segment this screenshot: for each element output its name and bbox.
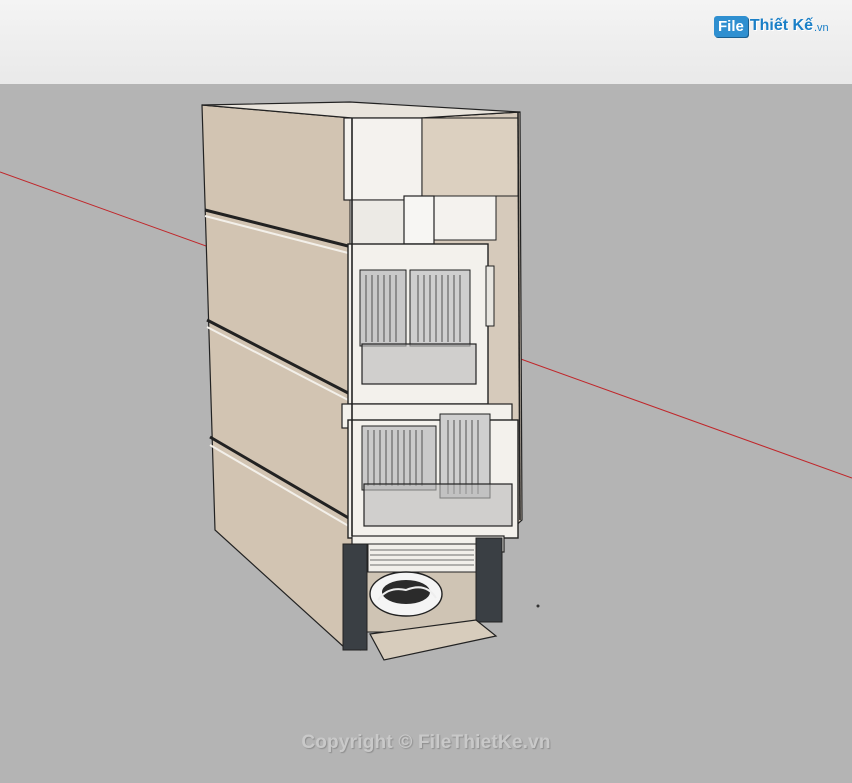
second-floor-window-left [361,425,437,491]
rolling-shutter [367,543,477,573]
origin-marker [536,604,540,608]
roof-parapet-box [431,195,497,241]
facade-top-opening [343,117,423,201]
ground-floor-left-pillar [342,543,368,651]
third-floor-side-slot [485,265,495,327]
ground-floor-right-pillar [475,537,503,623]
parked-car [369,571,443,617]
building-left-wall [201,104,361,651]
third-floor-window-right [409,269,471,347]
second-floor-balcony-rail [363,483,513,527]
facade-top-right-wall [421,117,519,197]
model-viewport[interactable] [0,0,852,783]
third-floor-balcony-rail [361,343,477,385]
roof-small-box [403,195,435,245]
copyright-watermark: Copyright © FileThietKe.vn [301,732,551,753]
third-floor-window-left [359,269,407,347]
